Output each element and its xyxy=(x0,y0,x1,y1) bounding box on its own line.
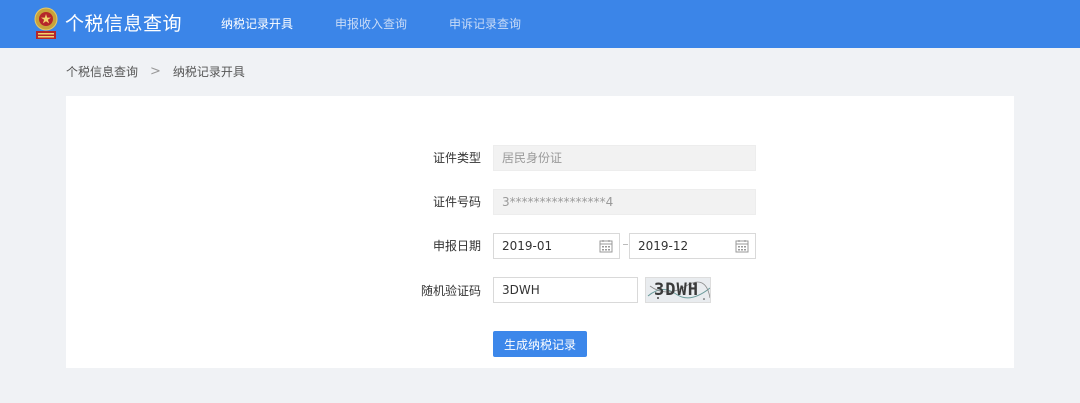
period-start-value: 2019-01 xyxy=(502,239,553,253)
id-number-label: 证件号码 xyxy=(432,195,481,209)
captcha-label: 随机验证码 xyxy=(420,284,481,298)
app-title: 个税信息查询 xyxy=(65,13,183,35)
tax-emblem-icon xyxy=(33,6,59,40)
date-range-separator xyxy=(623,244,628,245)
breadcrumb-item-home[interactable]: 个税信息查询 xyxy=(66,63,138,81)
captcha-image[interactable]: 3DWH xyxy=(645,277,711,303)
nav-tab-income-query[interactable]: 申报收入查询 xyxy=(335,15,407,33)
top-navigation-bar: 个税信息查询 纳税记录开具 申报收入查询 申诉记录查询 xyxy=(0,0,1080,48)
period-end-value: 2019-12 xyxy=(638,239,689,253)
id-type-field: 居民身份证 xyxy=(493,145,756,171)
captcha-input[interactable]: 3DWH xyxy=(493,277,638,303)
generate-tax-record-button[interactable]: 生成纳税记录 xyxy=(493,331,587,357)
captcha-image-text: 3DWH xyxy=(654,280,699,300)
id-number-field: 3****************4 xyxy=(493,189,756,215)
nav-tab-tax-record[interactable]: 纳税记录开具 xyxy=(221,15,293,33)
breadcrumb-separator: > xyxy=(150,64,161,79)
nav-tab-appeal-query[interactable]: 申诉记录查询 xyxy=(449,15,521,33)
breadcrumb: 个税信息查询 > 纳税记录开具 xyxy=(66,63,245,81)
form-card xyxy=(66,96,1014,368)
id-type-label: 证件类型 xyxy=(432,151,481,165)
calendar-icon[interactable] xyxy=(599,239,613,253)
period-end-input[interactable]: 2019-12 xyxy=(629,233,756,259)
period-start-input[interactable]: 2019-01 xyxy=(493,233,620,259)
breadcrumb-item-current: 纳税记录开具 xyxy=(172,65,245,79)
period-label: 申报日期 xyxy=(432,239,481,253)
calendar-icon[interactable] xyxy=(735,239,749,253)
